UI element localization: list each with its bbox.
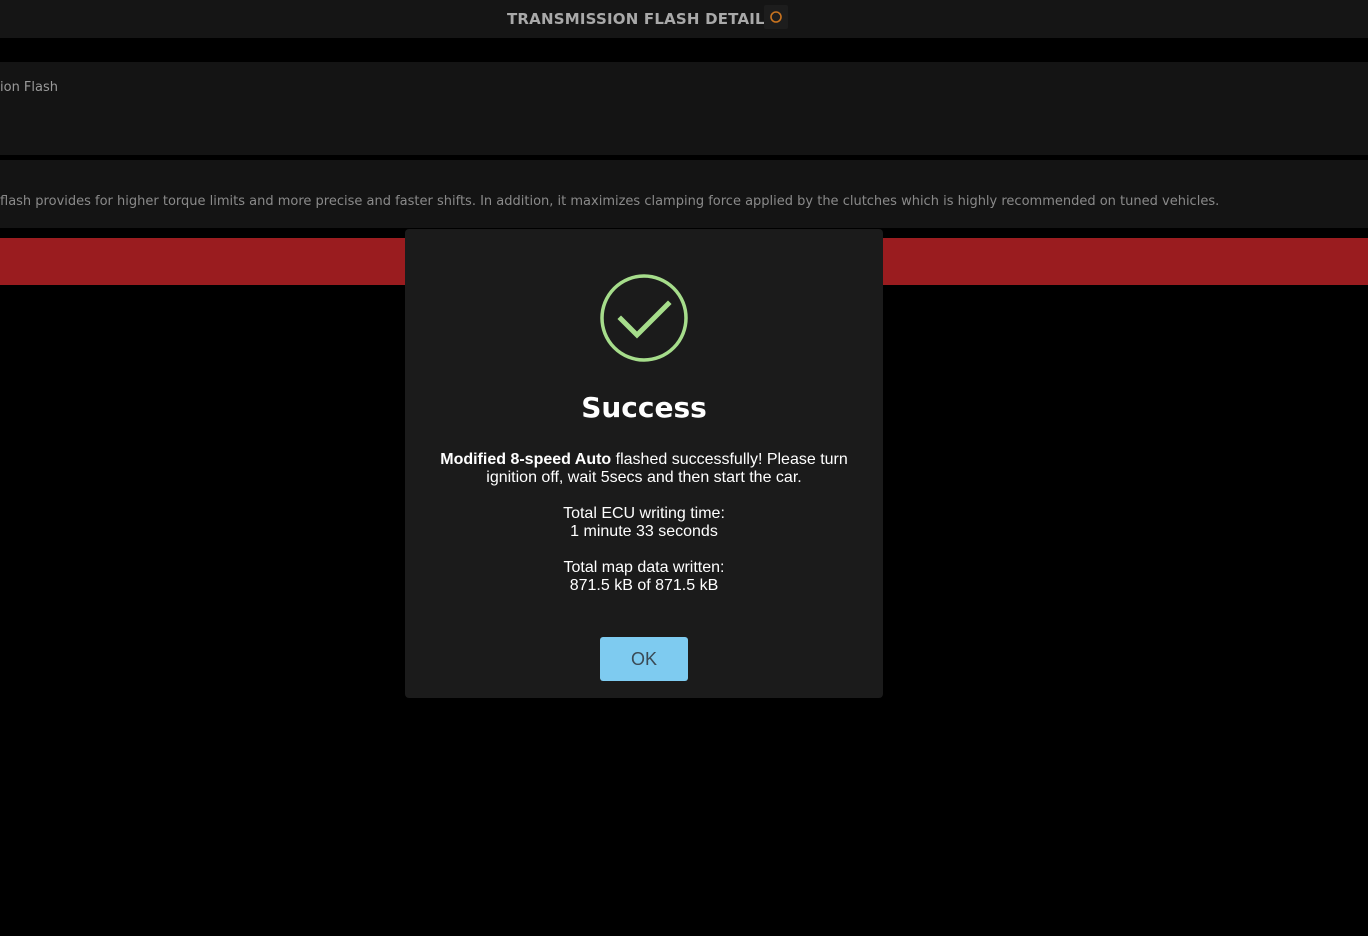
flash-result-message: Modified 8-speed Auto flashed successful… <box>429 451 859 487</box>
writing-time-label: Total ECU writing time: <box>563 505 725 522</box>
flash-name-panel: ion Flash <box>0 62 1368 155</box>
ok-button[interactable]: OK <box>600 637 688 681</box>
flash-name-bold: Modified 8-speed Auto <box>440 451 612 468</box>
dialog-title: Success <box>581 391 707 424</box>
app-header: TRANSMISSION FLASH DETAILS <box>0 0 1368 38</box>
map-data-value: 871.5 kB of 871.5 kB <box>569 577 719 594</box>
flash-name-text: ion Flash <box>0 80 59 95</box>
success-check-icon <box>600 274 688 362</box>
writing-time-block: Total ECU writing time: 1 minute 33 seco… <box>429 505 859 541</box>
map-data-label: Total map data written: <box>563 559 725 576</box>
flash-description-text: flash provides for higher torque limits … <box>0 194 1220 209</box>
success-dialog: Success Modified 8-speed Auto flashed su… <box>405 229 883 698</box>
map-data-block: Total map data written: 871.5 kB of 871.… <box>429 559 859 595</box>
ring-icon[interactable] <box>764 5 788 29</box>
dialog-message: Modified 8-speed Auto flashed successful… <box>429 451 859 613</box>
writing-time-value: 1 minute 33 seconds <box>570 523 718 540</box>
page-title: TRANSMISSION FLASH DETAILS <box>507 10 776 28</box>
flash-description-panel: flash provides for higher torque limits … <box>0 160 1368 228</box>
